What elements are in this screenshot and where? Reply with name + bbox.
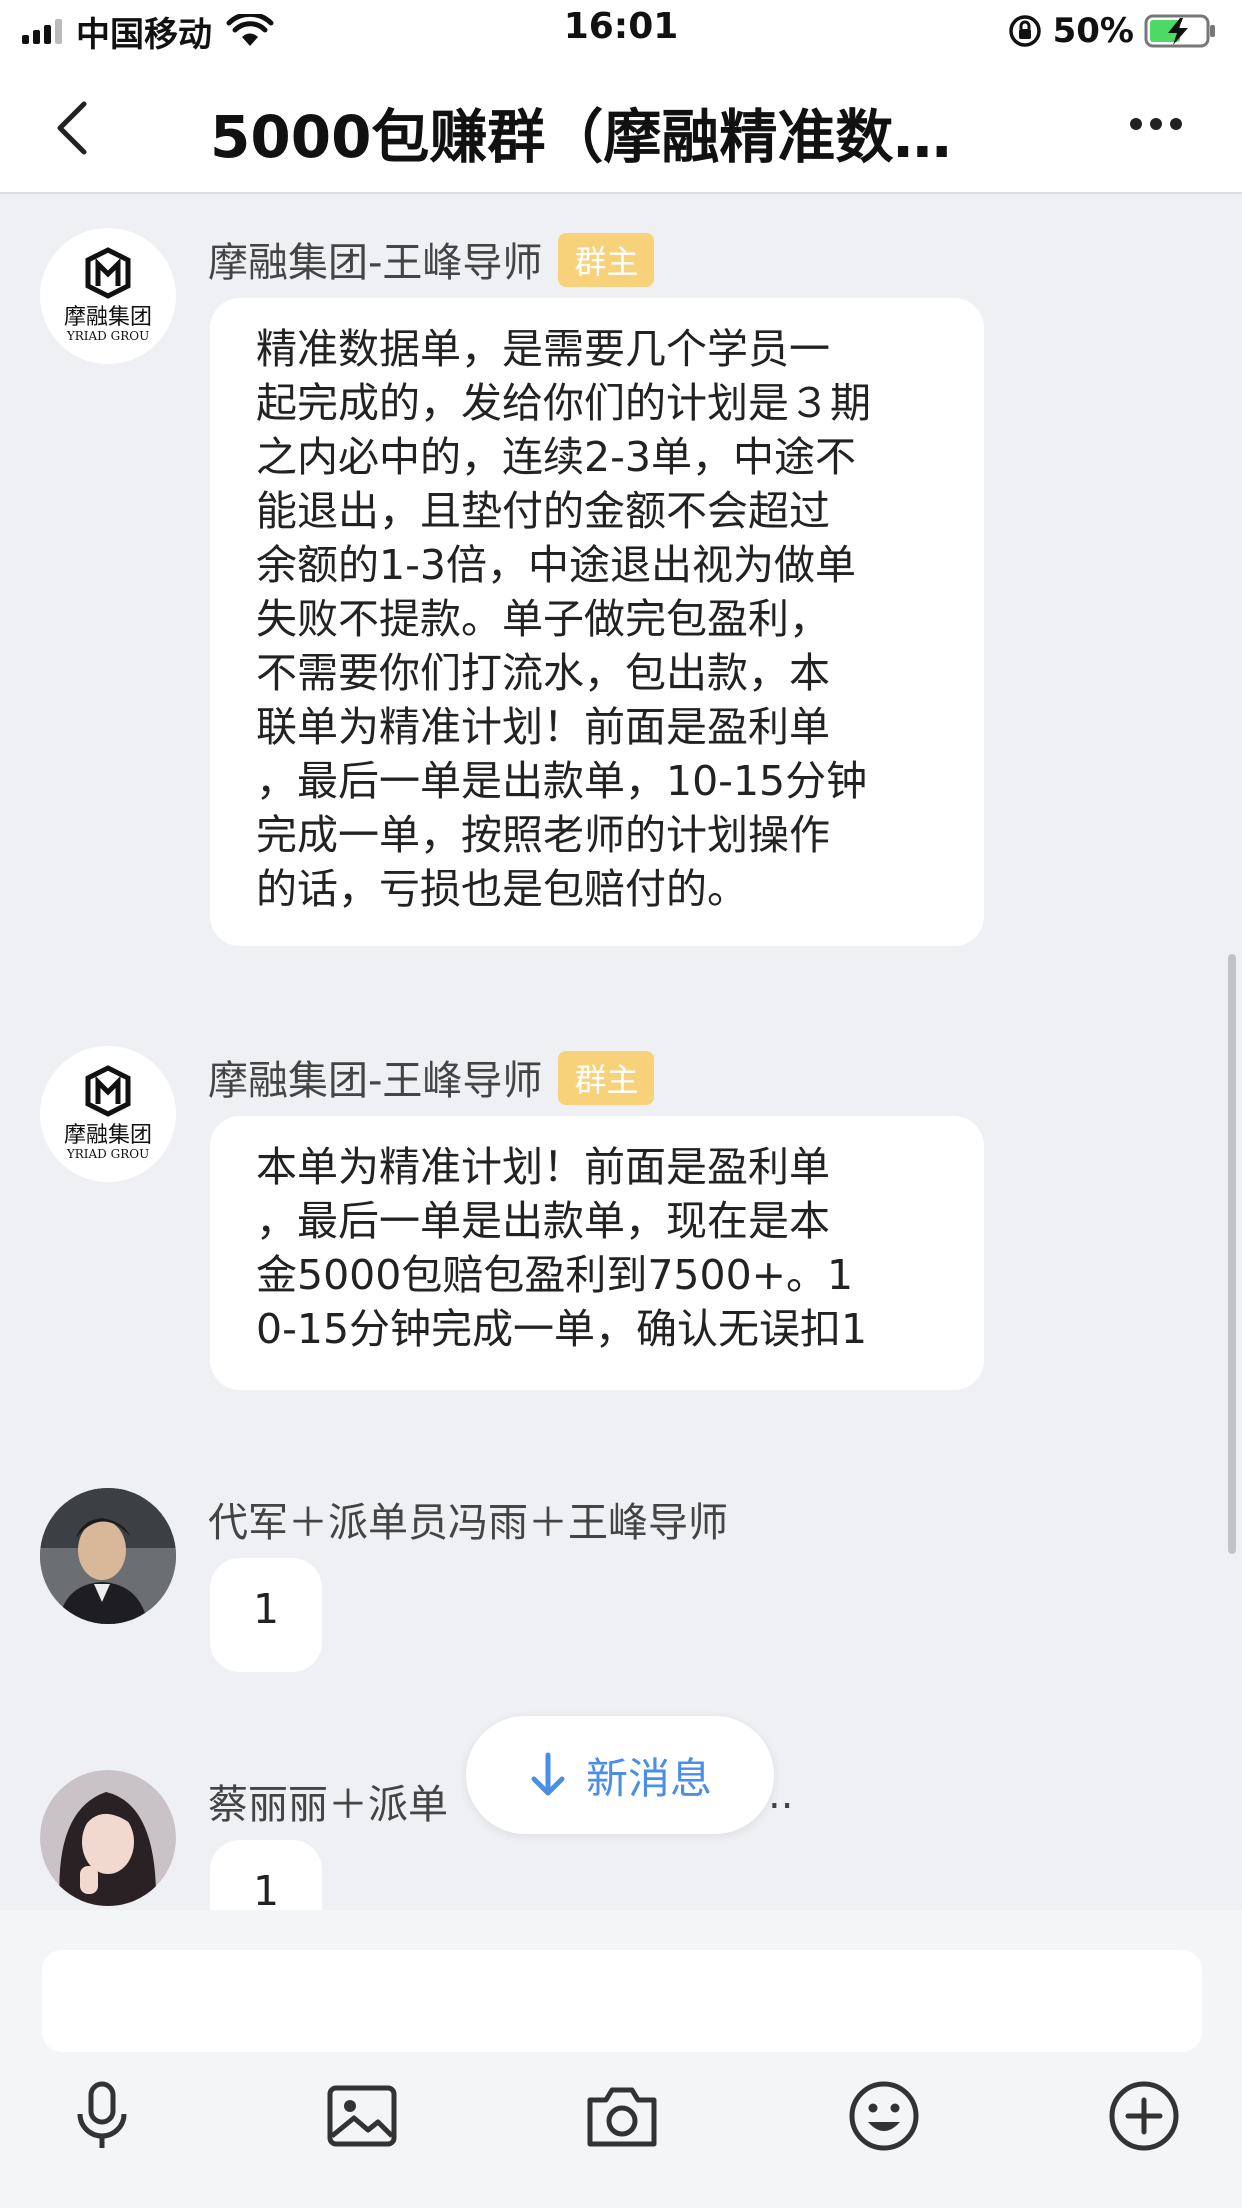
nav-bar: 5000包赚群（摩融精准数… [0,62,1242,194]
avatar-logo-subtext: YRIAD GROU [66,1147,149,1161]
sender-label: 蔡丽丽＋派单 [208,1782,448,1828]
sender-name: 摩融集团-王峰导师 群主 [208,230,655,288]
owner-badge: 群主 [558,1051,655,1105]
user-photo-icon [40,1770,176,1906]
owner-badge: 群主 [558,233,655,287]
message-bubble[interactable]: 1 [210,1558,322,1672]
plus-icon[interactable] [1106,2078,1182,2154]
new-message-button[interactable]: 新消息 [466,1716,774,1834]
battery-charging-icon [1144,14,1215,48]
image-icon[interactable] [324,2078,400,2154]
more-icon[interactable] [1128,114,1184,134]
message-bubble[interactable]: 本单为精准计划！前面是盈利单 ，最后一单是出款单，现在是本 金5000包赔包盈利… [210,1116,984,1390]
chat-area[interactable]: 摩融集团 YRIAD GROU 摩融集团-王峰导师 群主 精准数据单，是需要几个学… [0,194,1242,1910]
battery-percent: 50% [1052,11,1134,51]
message-input[interactable] [42,1950,1202,2052]
sender-name: 代军＋派单员冯雨＋王峰导师 [208,1500,728,1546]
sender-label: 摩融集团-王峰导师 [208,240,543,286]
back-icon[interactable] [52,98,92,158]
myriad-logo-icon: 摩融集团 YRIAD GROU [40,228,176,364]
user-photo-icon [40,1488,176,1624]
avatar[interactable] [40,1488,176,1624]
avatar[interactable]: 摩融集团 YRIAD GROU [40,1046,176,1182]
avatar[interactable] [40,1770,176,1906]
scrollbar[interactable] [1228,954,1236,1554]
sender-label: 摩融集团-王峰导师 [208,1058,543,1104]
avatar-logo-text: 摩融集团 [64,1123,152,1148]
arrow-down-icon [531,1752,565,1796]
avatar[interactable]: 摩融集团 YRIAD GROU [40,228,176,364]
microphone-icon[interactable] [64,2078,140,2154]
status-bar: 中国移动 16:01 50% [0,0,1242,62]
emoji-icon[interactable] [846,2078,922,2154]
toolbar [0,2078,1242,2178]
rotation-lock-icon [1008,15,1041,47]
message-bubble[interactable]: 精准数据单，是需要几个学员一 起完成的，发给你们的计划是３期 之内必中的，连续2… [210,298,984,946]
camera-icon[interactable] [584,2078,660,2154]
input-bar [0,1910,1242,2208]
chat-title: 5000包赚群（摩融精准数… [210,103,952,171]
new-message-label: 新消息 [585,1753,712,1803]
sender-name: 蔡丽丽＋派单.. [208,1772,793,1830]
avatar-logo-text: 摩融集团 [64,305,152,330]
avatar-logo-subtext: YRIAD GROU [66,329,149,343]
message-bubble[interactable]: 1 [210,1840,322,1910]
myriad-logo-icon: 摩融集团 YRIAD GROU [40,1046,176,1182]
sender-name: 摩融集团-王峰导师 群主 [208,1048,655,1106]
